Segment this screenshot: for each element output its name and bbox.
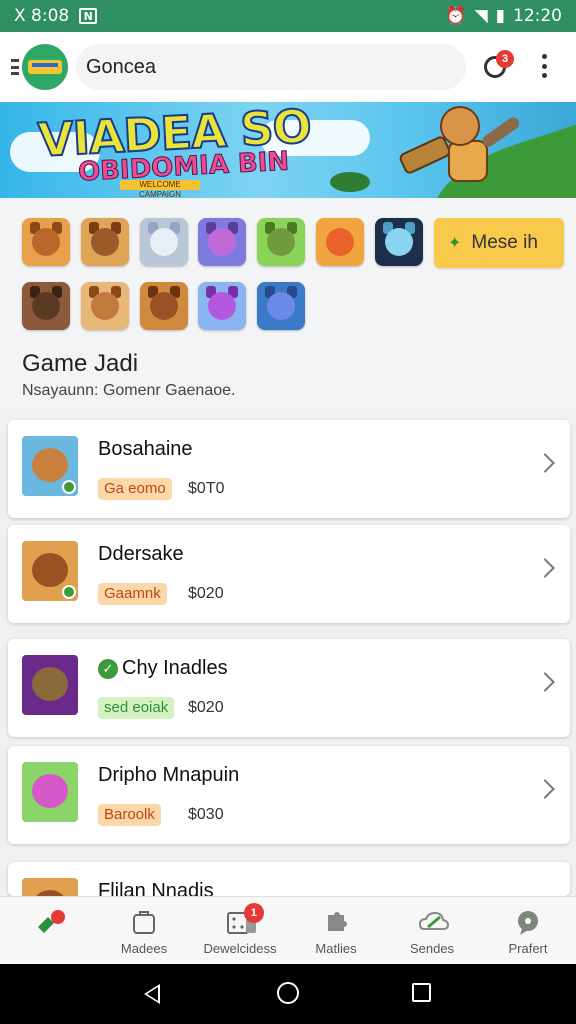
chevron-right-icon bbox=[535, 672, 555, 692]
check-icon: ✓ bbox=[98, 658, 118, 679]
nav-label: Matlies bbox=[315, 941, 357, 956]
game-icon[interactable] bbox=[140, 218, 188, 266]
game-thumbnail bbox=[22, 762, 78, 822]
list-item[interactable]: Dripho Mnapuin Baroolk $030 bbox=[8, 746, 570, 844]
nav-item-chat[interactable]: Prafert bbox=[480, 897, 576, 964]
puzzle-icon bbox=[322, 909, 350, 935]
status-time-left: X 8:08 bbox=[14, 6, 70, 26]
list-item-price: $020 bbox=[188, 585, 224, 602]
home-icon[interactable] bbox=[277, 982, 299, 1004]
game-thumbnail bbox=[22, 655, 78, 715]
banner-tag: WELCOME CAMPAIGN bbox=[120, 180, 200, 198]
search-text: Goncea bbox=[86, 55, 157, 78]
nav-item-puzzle[interactable]: Matlies bbox=[288, 897, 384, 964]
alarm-icon: ⏰ bbox=[445, 6, 467, 26]
list-item-title-text: Dripho Mnapuin bbox=[98, 764, 240, 786]
back-icon[interactable] bbox=[144, 984, 160, 1004]
game-thumbnail bbox=[22, 541, 78, 601]
system-navigation-bar bbox=[0, 964, 576, 1024]
nav-item-bag[interactable]: Madees bbox=[96, 897, 192, 964]
nav-item-dice[interactable]: 1 Dewelcidess bbox=[192, 897, 288, 964]
nav-label: Dewelcidess bbox=[203, 941, 277, 956]
cloud-icon bbox=[418, 909, 450, 935]
search-input[interactable]: Goncea bbox=[76, 44, 466, 90]
list-item-price: $030 bbox=[188, 806, 224, 823]
game-icon[interactable] bbox=[22, 282, 70, 330]
game-icon[interactable] bbox=[257, 282, 305, 330]
nav-label: Prafert bbox=[508, 941, 548, 956]
list-item-title: ✓ Chy Inadles bbox=[98, 657, 228, 680]
nav-item-controller[interactable] bbox=[0, 897, 96, 964]
list-item-title-text: Chy Inadles bbox=[122, 657, 228, 679]
nav-label: Sendes bbox=[409, 941, 455, 956]
list-item[interactable]: Bosahaine Ga eomo $0T0 bbox=[8, 420, 570, 518]
signal-icon: ▮ bbox=[495, 6, 505, 26]
list-item-title: Ddersake bbox=[98, 543, 184, 566]
chevron-right-icon bbox=[535, 453, 555, 473]
n-box-icon: N bbox=[79, 8, 98, 24]
status-left: X 8:08 N bbox=[14, 6, 98, 26]
palm-decoration bbox=[330, 172, 370, 192]
more-games-button[interactable]: ✦ Mese ih bbox=[434, 218, 564, 268]
list-item-title-text: Bosahaine bbox=[98, 438, 193, 460]
list-item-title-text: Ddersake bbox=[98, 543, 184, 565]
app-bar: Goncea 3 bbox=[0, 32, 576, 102]
list-item-title: Bosahaine bbox=[98, 438, 193, 461]
game-icon[interactable] bbox=[198, 218, 246, 266]
game-icon[interactable] bbox=[22, 218, 70, 266]
game-icon[interactable] bbox=[316, 218, 364, 266]
list-item[interactable]: ✓ Chy Inadles sed eoiak $020 bbox=[8, 639, 570, 737]
list-item[interactable]: Flilan Nnadis bbox=[8, 862, 570, 938]
menu-icon[interactable] bbox=[11, 59, 19, 75]
game-icon[interactable] bbox=[375, 218, 423, 266]
nav-badge: 1 bbox=[243, 903, 264, 923]
list-item-tag: Gaamnk bbox=[98, 583, 167, 605]
chat-icon bbox=[514, 909, 542, 935]
leaf-icon: ✦ bbox=[448, 235, 462, 252]
notification-badge: 3 bbox=[496, 50, 514, 68]
status-time: 12:20 bbox=[513, 6, 562, 26]
list-item-tag: sed eoiak bbox=[98, 697, 175, 719]
bottom-navigation: Madees 1 Dewelcidess Matlies Sendes Prafert bbox=[0, 896, 576, 964]
recent-apps-icon[interactable] bbox=[412, 983, 431, 1002]
more-options-icon[interactable] bbox=[542, 54, 548, 78]
game-icon[interactable] bbox=[81, 218, 129, 266]
nav-label: Madees bbox=[120, 941, 168, 956]
list-item-tag: Baroolk bbox=[98, 804, 161, 826]
list-item[interactable]: Ddersake Gaamnk $020 bbox=[8, 525, 570, 623]
game-icon[interactable] bbox=[257, 218, 305, 266]
chevron-right-icon bbox=[535, 558, 555, 578]
controller-icon bbox=[34, 909, 65, 935]
wifi-icon: ◥ bbox=[474, 6, 488, 26]
bag-icon bbox=[130, 909, 158, 935]
list-item-price: $0T0 bbox=[188, 480, 225, 497]
chevron-right-icon bbox=[535, 779, 555, 799]
list-item-title: Dripho Mnapuin bbox=[98, 764, 239, 787]
app-logo[interactable] bbox=[22, 44, 68, 90]
game-icon[interactable] bbox=[140, 282, 188, 330]
game-icon[interactable] bbox=[81, 282, 129, 330]
status-right: ⏰ ◥ ▮ 12:20 bbox=[445, 6, 562, 26]
list-item-price: $020 bbox=[188, 699, 224, 716]
promo-banner[interactable]: VIADEA SO OBIDOMIA BIN WELCOME CAMPAIGN bbox=[0, 102, 576, 198]
section-title: Game Jadi bbox=[22, 350, 139, 377]
section-subtitle: Nsayaunn: Gomenr Gaenaoe. bbox=[22, 382, 236, 399]
game-thumbnail bbox=[22, 436, 78, 496]
list-item-tag: Ga eomo bbox=[98, 478, 172, 500]
status-bar: X 8:08 N ⏰ ◥ ▮ 12:20 bbox=[0, 0, 576, 32]
game-icon[interactable] bbox=[198, 282, 246, 330]
notification-button[interactable]: 3 bbox=[482, 50, 514, 80]
nav-item-cloud[interactable]: Sendes bbox=[384, 897, 480, 964]
more-games-label: Mese ih bbox=[471, 232, 538, 253]
hero-character bbox=[397, 106, 530, 198]
